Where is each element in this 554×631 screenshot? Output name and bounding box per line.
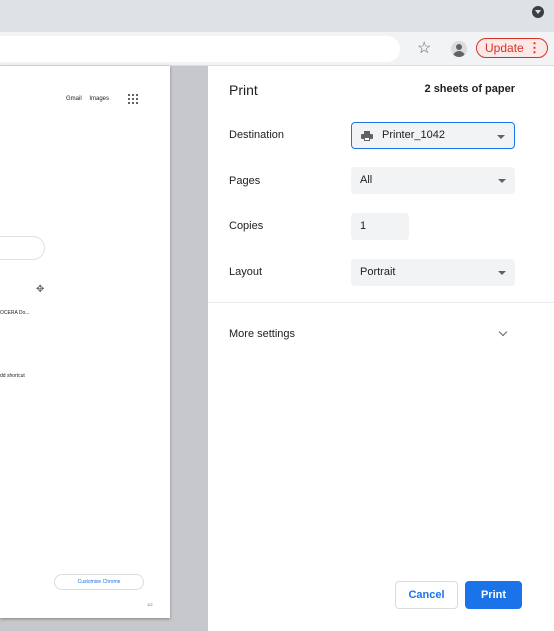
pages-select[interactable]: All [351,167,515,194]
tab-search-icon[interactable] [532,6,544,18]
profile-avatar-icon[interactable] [451,41,467,57]
preview-link-gmail: Gmail [66,96,82,102]
update-label: Update [485,41,524,55]
print-title: Print [229,82,258,98]
address-bar[interactable] [0,36,400,62]
preview-link-images: Images [89,96,110,102]
chevron-down-icon [498,179,506,183]
chevron-down-icon [498,271,506,275]
preview-search-box [0,236,45,260]
destination-label: Destination [229,129,285,141]
cancel-button[interactable]: Cancel [395,581,458,609]
chevron-down-icon [497,135,505,139]
preview-shortcut-label: OCERA Do... [0,310,30,316]
preview-add-shortcut-label: dd shortcut [0,373,25,379]
layout-label: Layout [229,266,263,278]
preview-header-links: Gmail Images [66,96,115,102]
pages-value: All [360,174,373,186]
preview-customise-chrome: Customise Chrome [54,574,144,590]
update-button[interactable]: Update ⋮ [476,38,548,58]
copies-label: Copies [229,220,264,232]
bookmark-star-icon[interactable]: ☆ [417,38,431,58]
section-divider [208,302,554,303]
pages-label: Pages [229,175,261,187]
preview-page-number: 1/2 [147,602,153,607]
sheet-count: 2 sheets of paper [424,83,515,95]
copies-input[interactable]: 1 [351,213,409,240]
browser-toolbar: ☆ Update ⋮ [0,32,554,66]
layout-value: Portrait [360,266,396,278]
printer-icon [361,131,373,141]
destination-select[interactable]: Printer_1042 [351,122,515,149]
print-preview-area[interactable]: Gmail Images ✥ OCERA Do... dd shortcut C… [0,66,208,631]
expand-chevron-icon[interactable] [498,327,508,337]
preview-page: Gmail Images ✥ OCERA Do... dd shortcut C… [0,66,170,618]
apps-grid-icon [128,94,138,104]
print-button[interactable]: Print [465,581,522,609]
tab-strip [0,0,554,32]
layout-select[interactable]: Portrait [351,259,515,286]
print-settings-panel: Print 2 sheets of paper Destination Prin… [208,66,554,631]
shortcut-favicon-icon: ✥ [36,284,45,295]
destination-value: Printer_1042 [382,129,445,141]
more-settings-toggle[interactable]: More settings [229,328,295,340]
menu-kebab-icon: ⋮ [528,40,541,55]
